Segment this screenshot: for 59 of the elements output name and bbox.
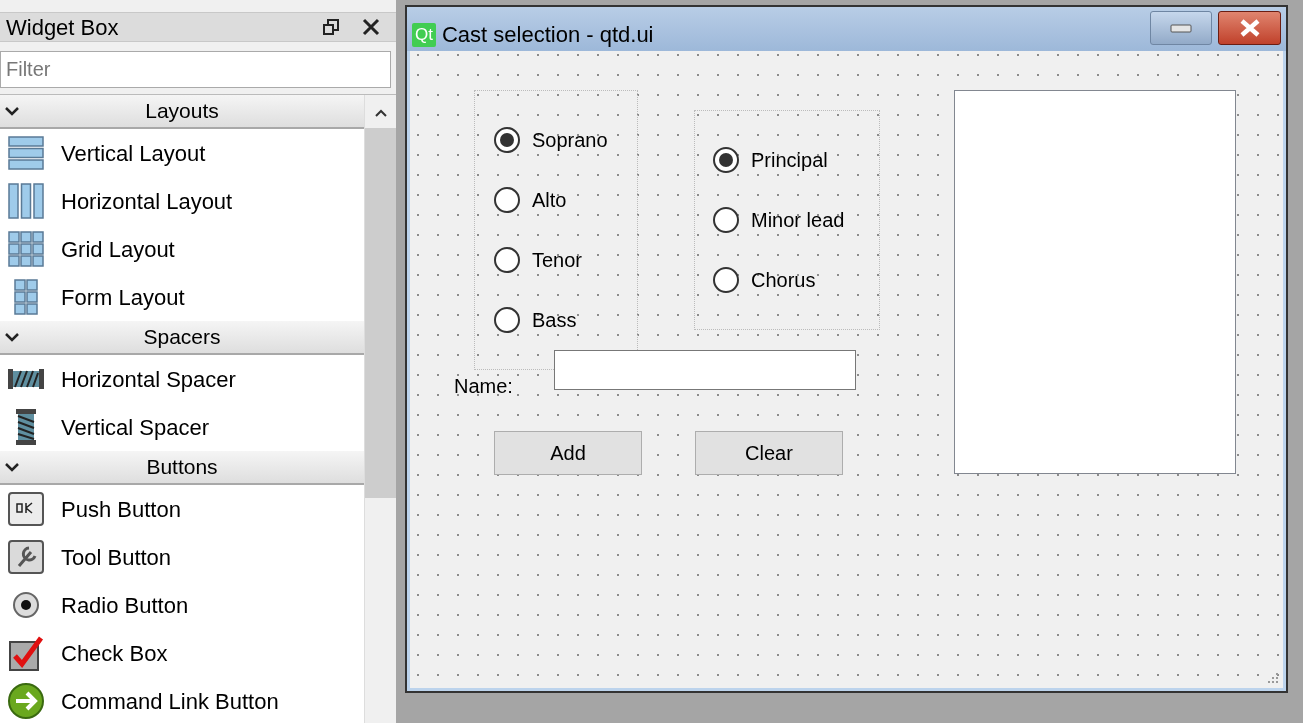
- widget-list-item[interactable]: Push Button: [0, 485, 364, 533]
- radio-label: Alto: [532, 188, 567, 213]
- radio-label: Chorus: [751, 268, 816, 293]
- category-header[interactable]: Buttons: [0, 451, 364, 485]
- radio-button[interactable]: [494, 247, 520, 273]
- widget-list-item[interactable]: Grid Layout: [0, 225, 364, 273]
- chevron-down-icon[interactable]: [4, 105, 20, 117]
- wrench-icon: [7, 538, 45, 576]
- filter-field[interactable]: Filter: [0, 51, 391, 88]
- radio-button[interactable]: [494, 307, 520, 333]
- restore-icon[interactable]: [322, 18, 340, 36]
- ok-button-icon: [7, 490, 45, 528]
- arrow-circle-icon: [7, 682, 45, 720]
- widget-list-item[interactable]: Command Link Button: [0, 677, 364, 723]
- push-button[interactable]: Clear: [695, 431, 843, 475]
- widget-list-item[interactable]: Vertical Layout: [0, 129, 364, 177]
- widget-list-item[interactable]: Tool Button: [0, 533, 364, 581]
- radio-button[interactable]: [713, 207, 739, 233]
- widget-list-item[interactable]: Horizontal Spacer: [0, 355, 364, 403]
- radio-label: Soprano: [532, 128, 608, 153]
- close-icon[interactable]: [362, 18, 380, 36]
- widget-list-item[interactable]: Form Layout: [0, 273, 364, 321]
- category-header[interactable]: Layouts: [0, 95, 364, 129]
- name-field[interactable]: [554, 350, 856, 390]
- radio-label: Tenor: [532, 248, 583, 273]
- chevron-down-icon[interactable]: [4, 461, 20, 473]
- grid-icon: [7, 230, 45, 268]
- chevron-down-icon[interactable]: [4, 331, 20, 343]
- window-title: Cast selection - qtd.ui: [441, 21, 655, 49]
- scrollbar[interactable]: [364, 95, 396, 723]
- category-title: Layouts: [144, 98, 220, 125]
- scroll-up-icon[interactable]: [373, 108, 388, 118]
- name-label: Name:: [454, 374, 513, 399]
- widget-list-item[interactable]: Horizontal Layout: [0, 177, 364, 225]
- qt-logo: Qt: [412, 23, 436, 47]
- checkmark-icon: [7, 634, 45, 672]
- close-icon: [1238, 19, 1261, 37]
- widget-list-item[interactable]: Check Box: [0, 629, 364, 677]
- radio-button[interactable]: [494, 127, 520, 153]
- radio-button[interactable]: [713, 267, 739, 293]
- panel-title: Widget Box: [6, 13, 120, 42]
- rows-icon: [7, 134, 45, 172]
- radio-label: Bass: [532, 308, 577, 333]
- category-title: Spacers: [142, 324, 222, 351]
- radio-label: Minor lead: [751, 208, 845, 233]
- radio-button[interactable]: [713, 147, 739, 173]
- columns-icon: [7, 182, 45, 220]
- widget-list-item[interactable]: Radio Button: [0, 581, 364, 629]
- minimize-button[interactable]: [1150, 11, 1212, 45]
- category-header[interactable]: Spacers: [0, 321, 364, 355]
- minimize-icon: [1170, 23, 1192, 33]
- widget-list-item[interactable]: Vertical Spacer: [0, 403, 364, 451]
- push-button[interactable]: Add: [494, 431, 642, 475]
- resize-grip-icon[interactable]: [1265, 670, 1279, 684]
- close-button[interactable]: [1218, 11, 1281, 45]
- radio-button[interactable]: [494, 187, 520, 213]
- category-title: Buttons: [145, 454, 219, 481]
- radio-label: Principal: [751, 148, 828, 173]
- scrollbar-thumb[interactable]: [365, 128, 396, 498]
